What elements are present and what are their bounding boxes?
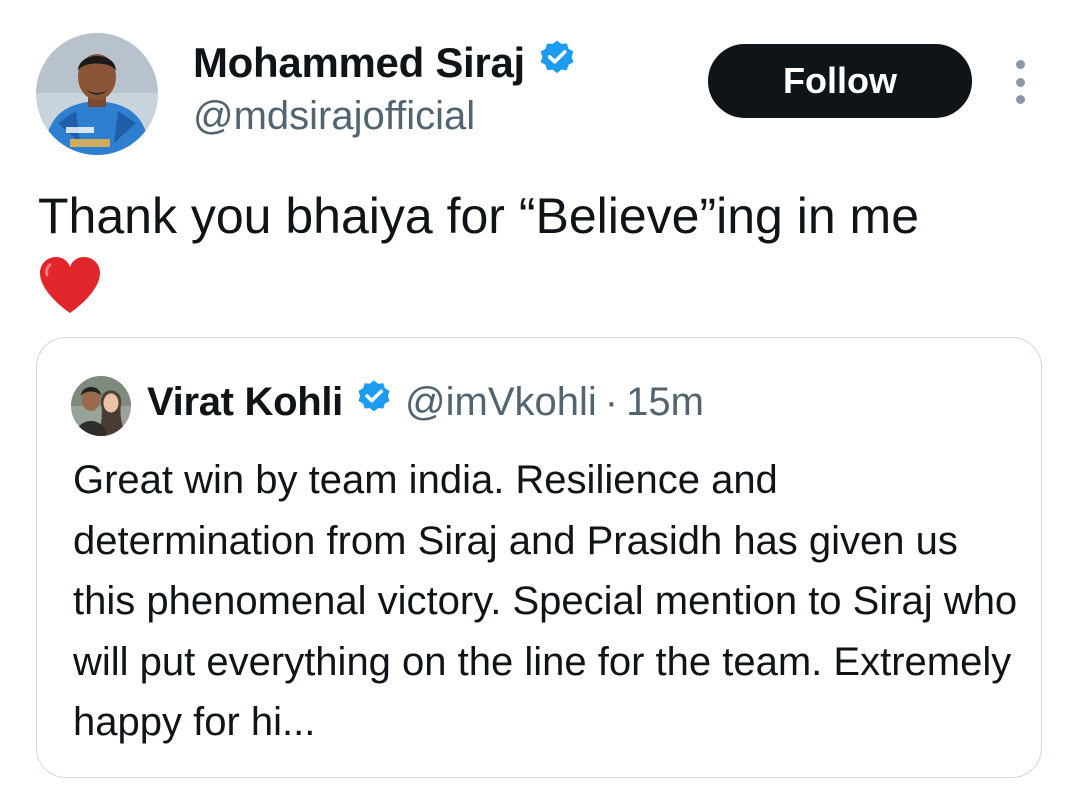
quote-header: Virat Kohli @imVkohli · 15m	[147, 378, 704, 426]
more-options-icon[interactable]	[1008, 60, 1032, 104]
separator-dot: ·	[604, 379, 619, 424]
follow-button[interactable]: Follow	[708, 44, 972, 118]
verified-badge-icon	[537, 38, 577, 88]
quote-author-name[interactable]: Virat Kohli	[147, 380, 343, 425]
tweet-text: Thank you bhaiya for “Believe”ing in me	[38, 188, 920, 244]
quote-author-handle[interactable]: @imVkohli	[405, 380, 597, 425]
heart-emoji	[38, 255, 102, 315]
verified-badge-icon	[355, 378, 393, 426]
quoted-tweet-card[interactable]: Virat Kohli @imVkohli · 15m Great win by…	[36, 337, 1042, 778]
quote-avatar[interactable]	[71, 376, 131, 436]
quote-timestamp[interactable]: 15m	[626, 380, 704, 425]
quote-text: Great win by team india. Resilience and …	[73, 458, 1018, 744]
avatar[interactable]	[36, 33, 158, 155]
author-name[interactable]: Mohammed Siraj	[193, 38, 577, 88]
author-handle[interactable]: @mdsirajofficial	[193, 94, 475, 139]
author-name-text[interactable]: Mohammed Siraj	[193, 39, 525, 87]
